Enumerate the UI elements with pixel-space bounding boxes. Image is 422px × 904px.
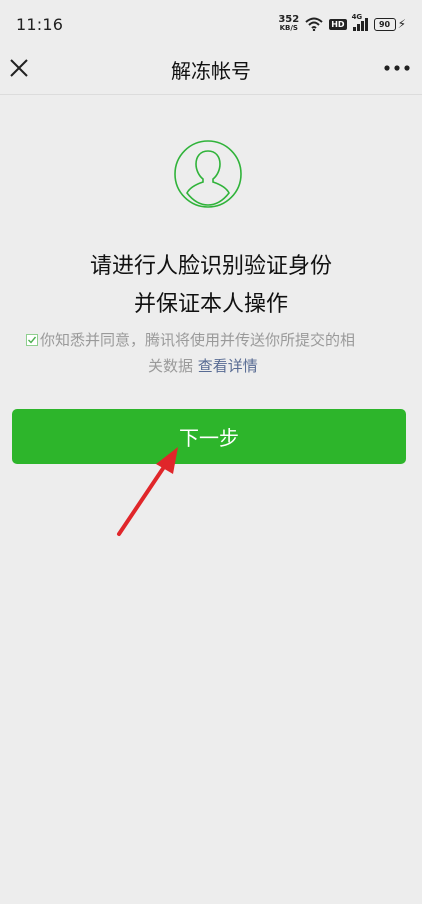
network-speed-unit: KB/S: [279, 24, 298, 32]
status-bar: 11:16 352 KB/S HD 4G 90 ⚡: [0, 0, 422, 44]
face-avatar: [173, 139, 243, 209]
battery-level: 90: [373, 17, 396, 31]
hd-icon: HD: [329, 18, 347, 30]
charging-bolt-icon: ⚡: [397, 17, 406, 31]
status-icons: 352 KB/S HD 4G 90 ⚡: [278, 13, 406, 34]
heading-line-1: 请进行人脸识别验证身份: [89, 254, 332, 279]
agreement-checkbox[interactable]: [26, 334, 38, 346]
page-title: 解冻帐号: [171, 59, 251, 83]
network-speed-value: 352: [278, 14, 300, 25]
network-type-label: 4G: [351, 13, 363, 21]
wifi-icon: [305, 17, 323, 31]
user-avatar-outline-icon: [174, 140, 242, 208]
next-step-button[interactable]: 下一步: [12, 409, 406, 464]
more-button[interactable]: [382, 56, 412, 80]
check-icon: [28, 336, 37, 344]
agreement-text: 你知悉并同意，腾讯将使用并传送你所提交的相 关数据 查看详情: [26, 327, 406, 379]
network-speed: 352 KB/S: [278, 14, 300, 33]
signal-4g-icon: 4G: [352, 13, 368, 31]
nav-bar: 解冻帐号: [0, 44, 422, 95]
agreement-line-2: 关数据: [148, 357, 194, 375]
agreement-line-1: 你知悉并同意，腾讯将使用并传送你所提交的相: [40, 331, 356, 349]
status-time: 11:16: [16, 15, 64, 34]
heading-line-2: 并保证本人操作: [133, 292, 288, 317]
battery-icon: 90 ⚡: [373, 17, 406, 31]
view-details-link[interactable]: 查看详情: [198, 357, 258, 375]
more-dots-icon: [384, 65, 410, 71]
